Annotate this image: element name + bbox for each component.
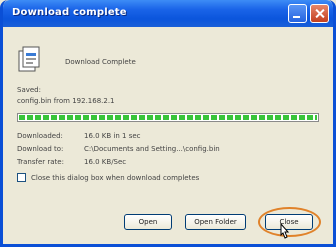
title-bar[interactable]: Download complete (3, 0, 333, 27)
progress-fill (19, 115, 317, 120)
download-to-label: Download to: (17, 145, 64, 153)
close-icon[interactable] (310, 4, 329, 23)
transfer-rate-label: Transfer rate: (17, 158, 64, 166)
progress-bar (17, 113, 319, 122)
download-to-row: Download to: C:\Documents and Setting...… (17, 145, 220, 153)
saved-filename: config.bin from 192.168.2.1 (17, 97, 115, 105)
minimize-icon[interactable] (288, 4, 307, 23)
open-button[interactable]: Open (124, 214, 172, 230)
heading: Download Complete (65, 58, 136, 66)
dialog-body: Download Complete Saved: config.bin from… (3, 27, 333, 244)
transfer-rate-row: Transfer rate: 16.0 KB/Sec (17, 158, 126, 166)
download-complete-icon (18, 46, 40, 72)
saved-label: Saved: (17, 86, 41, 94)
mouse-cursor-icon (280, 223, 290, 239)
downloaded-row: Downloaded: 16.0 KB in 1 sec (17, 132, 141, 140)
close-on-complete-label[interactable]: Close this dialog box when download comp… (31, 174, 199, 182)
download-complete-dialog: Download complete Download Complete Save… (0, 0, 336, 247)
downloaded-label: Downloaded: (17, 132, 63, 140)
close-on-complete-checkbox[interactable] (17, 173, 26, 182)
downloaded-value: 16.0 KB in 1 sec (84, 132, 141, 140)
transfer-rate-value: 16.0 KB/Sec (84, 158, 127, 166)
window-title: Download complete (12, 7, 127, 18)
download-to-value: C:\Documents and Setting...\config.bin (84, 145, 220, 153)
open-folder-button[interactable]: Open Folder (185, 214, 246, 230)
